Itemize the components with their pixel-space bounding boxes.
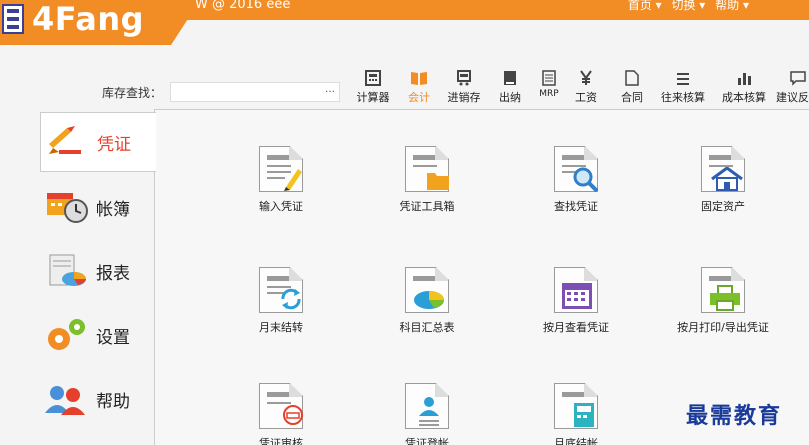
grid-item-label: 按月打印/导出凭证 xyxy=(677,321,769,334)
folder-doc-icon xyxy=(405,146,449,192)
tool-cashier[interactable]: 出纳 xyxy=(496,68,524,105)
grid-item-label: 凭证审核 xyxy=(259,437,303,445)
tool-salary[interactable]: 工资 xyxy=(572,68,600,105)
menu-help[interactable]: 帮助 ▾ xyxy=(715,0,749,12)
app-logo-text: 4Fang xyxy=(32,0,145,38)
sidebar-item-label: 帮助 xyxy=(96,391,130,412)
logo-icon xyxy=(2,4,24,34)
tool-label: 往来核算 xyxy=(661,91,705,104)
doc-list-icon xyxy=(536,68,562,86)
menu-switch[interactable]: 切换 ▾ xyxy=(671,0,705,12)
chat-icon xyxy=(776,68,809,86)
sidebar-item-help[interactable]: 帮助 xyxy=(40,369,156,429)
page-icon xyxy=(618,68,646,86)
grid-item-voucher-review[interactable]: 凭证审核 xyxy=(216,383,346,445)
grid-item-label: 科目汇总表 xyxy=(399,321,455,334)
bar-chart-icon xyxy=(717,68,771,86)
grid-item-input-voucher[interactable]: 输入凭证 xyxy=(216,146,346,214)
pie-doc-icon xyxy=(405,267,449,313)
tool-label: 出纳 xyxy=(499,91,521,104)
grid-item-subject-summary[interactable]: 科目汇总表 xyxy=(362,267,492,335)
book-icon xyxy=(404,68,434,86)
grid-item-voucher-posting[interactable]: 凭证登帐 xyxy=(362,383,492,445)
sidebar-item-label: 报表 xyxy=(96,263,130,284)
gears-icon xyxy=(40,317,92,353)
grid-item-month-end-close[interactable]: 月底结帐 xyxy=(511,383,641,445)
sidebar-item-voucher[interactable]: 凭证 xyxy=(40,112,156,172)
tool-contract[interactable]: 合同 xyxy=(618,68,646,105)
app-header: 4Fang W @ 2016 eee 首页 ▾ 切换 ▾ 帮助 ▾ xyxy=(0,0,809,45)
grid-item-label: 月末结转 xyxy=(259,321,303,334)
sidebar-item-report[interactable]: 报表 xyxy=(40,241,156,301)
tool-label: 成本核算 xyxy=(722,91,766,104)
search-more-button[interactable]: … xyxy=(325,84,335,95)
header-subtitle: W @ 2016 eee xyxy=(195,0,291,12)
voucher-pencil-icon xyxy=(259,146,303,192)
tool-accounting[interactable]: 会计 xyxy=(404,68,434,105)
grid-item-label: 凭证工具箱 xyxy=(399,200,455,213)
tool-label: 合同 xyxy=(621,91,643,104)
tool-label: 工资 xyxy=(575,91,597,104)
search-doc-icon xyxy=(554,146,598,192)
tool-cost[interactable]: 成本核算 xyxy=(717,68,771,105)
box-icon xyxy=(496,68,524,86)
calendar-clock-icon xyxy=(40,189,92,225)
sidebar-item-label: 设置 xyxy=(96,327,130,348)
grid-item-voucher-toolbox[interactable]: 凭证工具箱 xyxy=(362,146,492,214)
pencil-icon xyxy=(41,124,93,160)
calculator-icon xyxy=(352,68,394,86)
search-label: 库存查找： xyxy=(102,86,163,100)
report-chart-icon xyxy=(40,253,92,289)
tool-label: 进销存 xyxy=(447,91,481,104)
cart-icon xyxy=(444,68,484,86)
grid-item-find-voucher[interactable]: 查找凭证 xyxy=(511,146,641,214)
watermark-text: 最需教育 xyxy=(686,403,783,429)
tool-label: 建议反 xyxy=(776,91,809,104)
house-doc-icon xyxy=(701,146,745,192)
grid-item-label: 月底结帐 xyxy=(554,437,598,445)
yen-icon xyxy=(572,68,600,86)
tool-mrp[interactable]: MRP xyxy=(536,68,562,99)
refresh-doc-icon xyxy=(259,267,303,313)
menu-home[interactable]: 首页 ▾ xyxy=(628,0,662,12)
search-input[interactable] xyxy=(170,82,340,102)
tool-label: 计算器 xyxy=(356,91,390,104)
grid-item-print-export[interactable]: 按月打印/导出凭证 xyxy=(658,267,788,335)
grid-item-month-end-transfer[interactable]: 月末结转 xyxy=(216,267,346,335)
calculator-doc-icon xyxy=(554,383,598,429)
grid-item-label: 凭证登帐 xyxy=(405,437,449,445)
sidebar-item-label: 帐簿 xyxy=(96,199,130,220)
grid-item-label: 固定资产 xyxy=(701,200,745,213)
tool-accounts[interactable]: 往来核算 xyxy=(656,68,710,105)
tool-label: 会计 xyxy=(408,91,430,104)
users-icon xyxy=(40,381,92,417)
printer-doc-icon xyxy=(701,267,745,313)
grid-item-label: 查找凭证 xyxy=(554,200,598,213)
tool-calculator[interactable]: 计算器 xyxy=(352,68,394,105)
header-menu: 首页 ▾ 切换 ▾ 帮助 ▾ xyxy=(622,0,749,13)
calendar-doc-icon xyxy=(554,267,598,313)
list-icon xyxy=(656,68,710,86)
grid-item-label: 输入凭证 xyxy=(259,200,303,213)
grid-item-view-by-month[interactable]: 按月查看凭证 xyxy=(511,267,641,335)
tool-inventory[interactable]: 进销存 xyxy=(444,68,484,105)
grid-item-label: 按月查看凭证 xyxy=(543,321,609,334)
person-doc-icon xyxy=(405,383,449,429)
tool-label: MRP xyxy=(539,89,559,99)
sidebar-item-settings[interactable]: 设置 xyxy=(40,305,156,365)
sidebar-item-ledger[interactable]: 帐簿 xyxy=(40,177,156,237)
stamp-doc-icon xyxy=(259,383,303,429)
grid-item-fixed-assets[interactable]: 固定资产 xyxy=(658,146,788,214)
tool-feedback[interactable]: 建议反 xyxy=(776,68,809,105)
sidebar-item-label: 凭证 xyxy=(97,134,131,155)
